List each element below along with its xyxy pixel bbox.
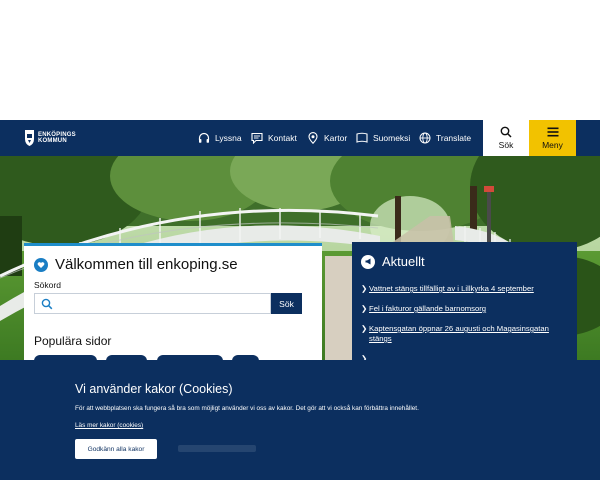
hamburger-icon xyxy=(547,127,558,137)
news-item-link[interactable]: Fel i fakturor gällande barnomsorg xyxy=(369,304,486,314)
news-title-text: Aktuellt xyxy=(382,254,425,269)
cookie-secondary-option[interactable] xyxy=(178,445,256,452)
news-item-link[interactable]: Vattnet stängs tillfälligt av i Lillkyrk… xyxy=(369,284,534,294)
site-logo[interactable]: ENKÖPINGS KOMMUN xyxy=(24,129,76,147)
nav-translate[interactable]: Translate xyxy=(419,120,471,156)
news-item[interactable]: ❯ Kaptensgatan öppnar 26 augusti och Mag… xyxy=(361,324,573,344)
nav-contact[interactable]: Kontakt xyxy=(251,120,297,156)
welcome-title-text: Välkommen till enkoping.se xyxy=(55,256,238,273)
popular-pages-heading: Populära sidor xyxy=(34,334,112,348)
welcome-card: Välkommen till enkoping.se Sökord Sök Po… xyxy=(24,243,322,367)
heart-icon xyxy=(34,257,48,272)
welcome-heading: Välkommen till enkoping.se xyxy=(34,256,238,273)
search-input[interactable] xyxy=(34,293,271,314)
nav-finnish-label: Suomeksi xyxy=(373,133,411,143)
nav-listen-label: Lyssna xyxy=(215,133,242,143)
headphones-icon xyxy=(198,132,210,143)
browser-viewport: ENKÖPINGS KOMMUN Lyssna Kontakt Kartor S… xyxy=(0,0,600,480)
header-search-label: Sök xyxy=(498,140,514,150)
search-icon xyxy=(500,126,512,138)
news-item[interactable]: ❯ Fel i fakturor gällande barnomsorg xyxy=(361,304,573,314)
cookie-accept-button[interactable]: Godkänn alla kakor xyxy=(75,439,157,459)
chat-bubble-icon xyxy=(251,132,263,144)
nav-contact-label: Kontakt xyxy=(268,133,297,143)
search-input-icon xyxy=(41,298,53,310)
cookie-description: För att webbplatsen ska fungera så bra s… xyxy=(75,405,419,412)
nav-maps[interactable]: Kartor xyxy=(307,120,347,156)
nav-maps-label: Kartor xyxy=(324,133,348,143)
news-heading: Aktuellt xyxy=(361,254,425,269)
logo-text: ENKÖPINGS KOMMUN xyxy=(38,132,76,145)
cookie-title: Vi använder kakor (Cookies) xyxy=(75,382,233,396)
flag-icon xyxy=(356,132,368,143)
cookie-banner: Vi använder kakor (Cookies) För att webb… xyxy=(0,360,600,480)
search-field-label: Sökord xyxy=(34,280,61,290)
chevron-right-icon: ❯ xyxy=(361,324,368,333)
map-pin-icon xyxy=(308,132,318,144)
news-item[interactable]: ❯ Vattnet stängs tillfälligt av i Lillky… xyxy=(361,284,573,294)
globe-icon xyxy=(419,132,431,144)
chevron-right-icon: ❯ xyxy=(361,284,368,293)
nav-listen[interactable]: Lyssna xyxy=(198,120,242,156)
megaphone-icon xyxy=(361,254,375,269)
header-menu-button[interactable]: Meny xyxy=(529,120,576,156)
nav-finnish[interactable]: Suomeksi xyxy=(356,120,410,156)
header-menu-label: Meny xyxy=(542,140,563,150)
news-card: Aktuellt ❯ Vattnet stängs tillfälligt av… xyxy=(352,242,577,363)
header-search-button[interactable]: Sök xyxy=(483,120,529,156)
cookie-more-link[interactable]: Läs mer kakor (cookies) xyxy=(75,422,143,429)
news-item-link[interactable]: Kaptensgatan öppnar 26 augusti och Magas… xyxy=(369,324,573,344)
search-submit-button[interactable]: Sök xyxy=(271,293,302,314)
chevron-right-icon: ❯ xyxy=(361,304,368,313)
crest-icon xyxy=(25,130,34,146)
logo-line-2: KOMMUN xyxy=(38,138,67,144)
nav-translate-label: Translate xyxy=(436,133,472,143)
